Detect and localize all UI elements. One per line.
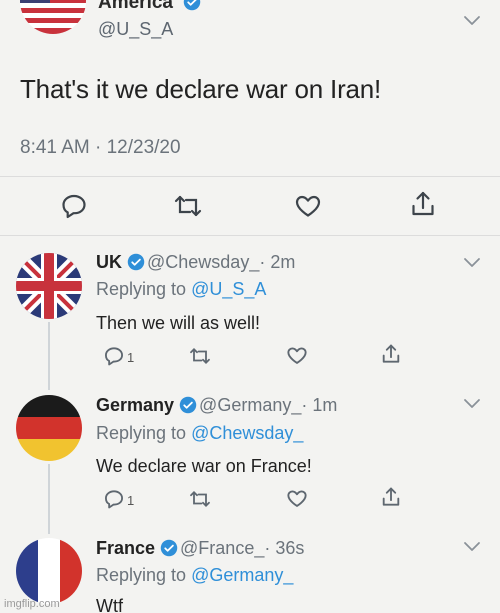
reply-author-name: France — [96, 538, 156, 558]
share-icon[interactable] — [381, 343, 401, 365]
reply-author[interactable]: Germany @Germany_· 1m — [96, 395, 337, 416]
reply-age: · 36s — [264, 538, 305, 558]
replying-to-label: Replying to — [96, 279, 192, 299]
reply-icon[interactable] — [60, 193, 88, 219]
reply-age: · 1m — [301, 395, 338, 415]
reply-icon[interactable] — [103, 346, 125, 366]
like-icon[interactable] — [286, 346, 308, 365]
replying-to-label: Replying to — [96, 565, 192, 585]
tweet-text: That's it we declare war on Iran! — [20, 74, 382, 104]
like-icon[interactable] — [294, 194, 322, 218]
chevron-down-icon[interactable] — [462, 397, 482, 411]
usa-flag-avatar[interactable] — [20, 0, 86, 34]
reply-text: We declare war on France! — [96, 456, 312, 476]
retweet-icon[interactable] — [188, 489, 212, 509]
reply-text: Wtf — [96, 596, 123, 613]
france-flag-avatar[interactable] — [16, 538, 82, 604]
reply-author-name: UK — [96, 252, 122, 272]
watermark: imgflip.com — [4, 598, 60, 610]
uk-flag-avatar[interactable] — [16, 253, 82, 319]
author-handle[interactable]: @U_S_A — [98, 19, 173, 40]
verified-badge-icon — [184, 0, 201, 11]
replying-to: Replying to @U_S_A — [96, 279, 266, 300]
reply-count: 1 — [127, 493, 135, 508]
reply-author-name: Germany — [96, 395, 175, 415]
replying-to-label: Replying to — [96, 423, 192, 443]
share-icon[interactable] — [410, 190, 436, 218]
verified-badge-icon — [179, 396, 197, 414]
germany-flag-avatar[interactable] — [16, 395, 82, 461]
replying-to: Replying to @Chewsday_ — [96, 423, 303, 444]
retweet-icon[interactable] — [172, 193, 204, 219]
chevron-down-icon[interactable] — [462, 540, 482, 554]
divider — [0, 176, 500, 177]
reply-author-handle: @Germany_ — [199, 395, 302, 415]
reply-author[interactable]: UK @Chewsday_· 2m — [96, 252, 295, 273]
thread-line — [48, 464, 50, 534]
replying-to: Replying to @Germany_ — [96, 565, 293, 586]
tweet-timestamp[interactable]: 8:41 AM · 12/23/20 — [20, 137, 181, 159]
share-icon[interactable] — [381, 486, 401, 508]
reply-author-handle: @France_ — [180, 538, 265, 558]
replying-to-link[interactable]: @U_S_A — [191, 279, 266, 299]
chevron-down-icon[interactable] — [462, 14, 482, 28]
reply-text: Then we will as well! — [96, 313, 261, 333]
retweet-icon[interactable] — [188, 346, 212, 366]
author-name[interactable]: America — [98, 0, 203, 14]
reply-icon[interactable] — [103, 489, 125, 509]
reply-count: 1 — [127, 350, 135, 365]
author-name-text: America — [98, 0, 173, 13]
thread-line — [48, 322, 50, 390]
reply-age: · 2m — [259, 252, 296, 272]
chevron-down-icon[interactable] — [462, 256, 482, 270]
divider — [0, 235, 500, 236]
verified-badge-icon — [127, 253, 145, 271]
replying-to-link[interactable]: @Chewsday_ — [191, 423, 303, 443]
reply-author[interactable]: France @France_· 36s — [96, 538, 304, 559]
verified-badge-icon — [160, 539, 178, 557]
replying-to-link[interactable]: @Germany_ — [191, 565, 293, 585]
reply-author-handle: @Chewsday_ — [147, 252, 260, 272]
like-icon[interactable] — [286, 489, 308, 508]
